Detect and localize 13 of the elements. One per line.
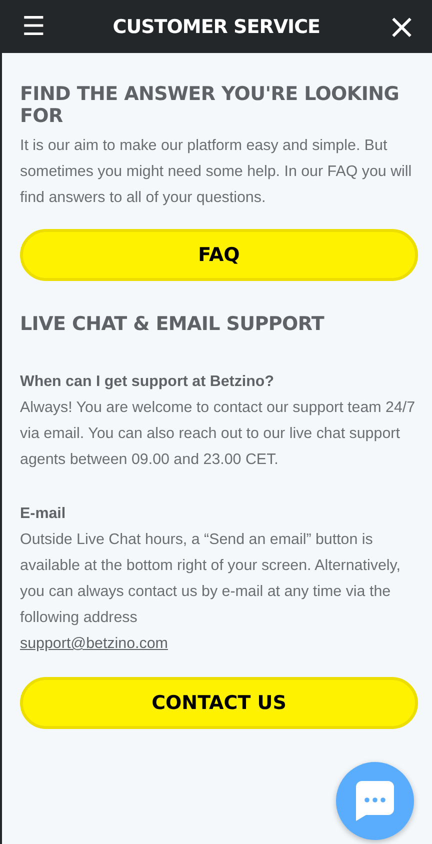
question-title: E-mail xyxy=(20,504,67,524)
section-heading: FIND THE ANSWER YOU'RE LOOKING FOR xyxy=(20,83,400,127)
contact-us-button[interactable]: CONTACT US xyxy=(20,677,418,729)
chat-button[interactable] xyxy=(336,762,414,840)
answer-paragraph: Outside Live Chat hours, a “Send an email” button is available at the bottom right of your screen. Alternatively, you can always contact us by e-mail at any time via the following address support@betzino.com xyxy=(20,530,402,654)
email-link[interactable]: support@betzino.com xyxy=(20,635,168,652)
answer-paragraph: Always! You are welcome to contact our support team 24/7 via email. You can also reach out to our live chat support agents between 09.00 and 23.00 CET. xyxy=(20,398,416,470)
page-title: CUSTOMER SERVICE xyxy=(112,16,320,38)
intro-paragraph: It is our aim to make our platform easy and simple. But sometimes you might need some help. In our FAQ you will find answers to all of your questions. xyxy=(20,136,413,208)
question-title: When can I get support at Betzino? xyxy=(20,372,275,392)
section-heading: LIVE CHAT & EMAIL SUPPORT xyxy=(20,313,326,335)
faq-button[interactable]: FAQ xyxy=(20,229,418,281)
chat-bubble-icon xyxy=(356,781,394,821)
